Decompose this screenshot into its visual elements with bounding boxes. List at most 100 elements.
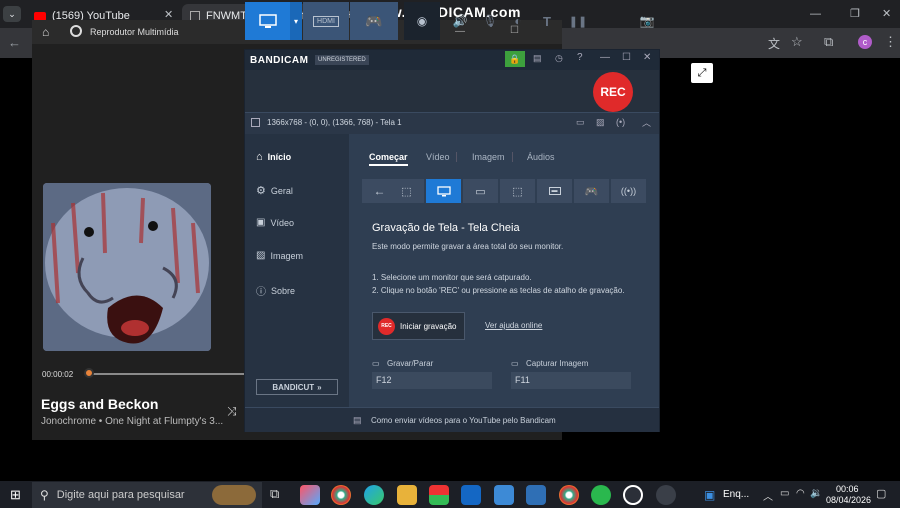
hotkey-record-field[interactable]: F12 — [372, 372, 492, 389]
app-icon[interactable] — [526, 485, 546, 505]
chrome-profile-icon[interactable] — [559, 485, 579, 505]
footer-tip-link[interactable]: Como enviar vídeos para o YouTube pelo B… — [371, 416, 556, 425]
weather-text[interactable]: Enq... — [723, 489, 749, 500]
bandicut-button[interactable]: BANDICUT» — [256, 379, 338, 395]
lock-button[interactable]: 🔒 — [505, 51, 525, 67]
wifi-icon[interactable]: ◠ — [796, 488, 805, 499]
tab-audios[interactable]: Áudios — [527, 152, 555, 162]
hdmi-mode-button[interactable]: HDMI — [303, 2, 349, 40]
sidebar-item-label: Sobre — [271, 285, 296, 296]
sidebar-item-label: Início — [267, 152, 292, 162]
tab-search-button[interactable]: ⌄ — [3, 6, 21, 22]
speaker-toggle[interactable]: 🔊 — [448, 2, 472, 40]
shuffle-icon[interactable]: ⤨ — [227, 404, 237, 419]
fullscreen-button[interactable]: ⤢ — [691, 63, 713, 83]
tab-video[interactable]: Vídeo — [426, 152, 450, 162]
broadcast-icon[interactable]: (•) — [616, 117, 625, 127]
clock-date[interactable]: 08/04/2026 — [826, 495, 871, 505]
translate-icon[interactable]: 文 — [768, 35, 780, 52]
collapse-icon[interactable]: ︿ — [642, 116, 651, 129]
search-highlight-image — [212, 485, 256, 505]
sidebar-item-inicio[interactable]: ⌂ Início — [256, 151, 291, 163]
screen-mode-dropdown[interactable]: ▾ — [290, 2, 302, 40]
help-icon[interactable]: ? — [577, 52, 583, 63]
bc-minimize-icon[interactable]: — — [600, 52, 610, 63]
outlook-icon[interactable] — [461, 485, 481, 505]
album-art-image — [43, 183, 211, 351]
game-mode-small-button[interactable]: 🎮 — [574, 179, 609, 203]
start-recording-label: Iniciar gravação — [400, 321, 457, 331]
locked-window-mode-button[interactable]: ▭ — [463, 179, 498, 203]
mic-toggle[interactable]: 🎙 — [478, 2, 502, 40]
rectangle-mode-button[interactable]: ⬚ — [389, 179, 424, 203]
volume-icon[interactable]: 🔉 — [810, 488, 822, 499]
forward-icon: » — [317, 382, 322, 392]
start-recording-button[interactable]: REC Iniciar gravação — [372, 312, 465, 340]
rec-button[interactable]: REC — [593, 72, 633, 112]
back-icon[interactable]: ← — [8, 35, 21, 50]
notification-icon[interactable]: ▢ — [876, 487, 886, 500]
tray-chevron-icon[interactable]: ︿ — [763, 488, 773, 503]
sidebar-item-imagem[interactable]: ▨ Imagem — [256, 250, 303, 261]
webcam-toggle[interactable]: ◉ — [404, 2, 440, 40]
bookmark-star-icon[interactable]: ☆ — [791, 34, 803, 50]
sidebar-item-video[interactable]: ▣ Vídeo — [256, 217, 294, 228]
store-icon[interactable] — [429, 485, 449, 505]
bandicam-sidebar — [245, 134, 349, 407]
tab-imagem[interactable]: Imagem — [472, 152, 505, 162]
window-lock-icon: ▭ — [475, 185, 486, 198]
section-description: Este modo permite gravar a área total do… — [372, 242, 564, 251]
image-icon: ▨ — [256, 250, 266, 261]
sidebar-item-sobre[interactable]: ⓘ Sobre — [256, 283, 296, 299]
clock-time[interactable]: 00:06 — [836, 484, 859, 494]
folder-icon[interactable]: ▤ — [533, 53, 542, 64]
home-icon[interactable]: ⌂ — [42, 25, 49, 39]
expand-icon: ⤢ — [697, 66, 707, 79]
help-online-link[interactable]: Ver ajuda online — [485, 321, 542, 330]
whatsapp-icon[interactable] — [591, 485, 611, 505]
weather-icon[interactable]: ▣ — [704, 488, 715, 502]
seek-bar[interactable] — [88, 373, 244, 375]
screen-mode-button[interactable] — [245, 2, 290, 40]
file-explorer-icon[interactable] — [397, 485, 417, 505]
hotkey-capture-field[interactable]: F11 — [511, 372, 631, 389]
tab-comecar[interactable]: Começar — [369, 152, 408, 166]
sidebar-item-geral[interactable]: ⚙ Geral — [256, 184, 293, 197]
mouse-effects-toggle[interactable]: ◐ — [506, 2, 530, 40]
game-mode-button[interactable]: 🎮 — [350, 2, 398, 40]
around-mouse-mode-button[interactable]: ⬚ — [500, 179, 535, 203]
edge-icon[interactable] — [364, 485, 384, 505]
album-art — [43, 183, 211, 351]
chrome-icon[interactable] — [331, 485, 351, 505]
pc-icon[interactable] — [494, 485, 514, 505]
hdmi-mode-small-button[interactable]: ▬ — [537, 179, 572, 203]
close-window-icon[interactable]: ✕ — [882, 7, 891, 20]
copilot-icon[interactable] — [300, 485, 320, 505]
gamepad-icon: 🎮 — [365, 12, 383, 29]
bandicam-taskbar-icon[interactable] — [623, 485, 643, 505]
mouse-area-icon: ⬚ — [512, 185, 523, 198]
audio-only-mode-button[interactable]: ((•)) — [611, 179, 646, 203]
extensions-icon[interactable]: ⧉ — [824, 34, 833, 50]
seek-handle[interactable] — [84, 368, 94, 378]
video-icon[interactable]: ▭ — [576, 117, 585, 128]
screenshot-button[interactable]: 📷 — [637, 2, 657, 40]
image-icon[interactable]: ▨ — [596, 117, 605, 128]
text-overlay-toggle[interactable]: T — [535, 2, 559, 40]
task-view-icon[interactable]: ⧉ — [270, 486, 279, 502]
bc-maximize-icon[interactable]: ☐ — [622, 52, 631, 63]
minimize-icon[interactable]: — — [810, 8, 821, 20]
pause-button[interactable]: ❚❚ — [567, 2, 589, 40]
windows-start-icon[interactable]: ⊞ — [10, 487, 21, 503]
selection-checkbox[interactable] — [251, 118, 260, 127]
network-icon[interactable]: ▭ — [780, 488, 789, 499]
menu-icon[interactable]: ⋮ — [884, 34, 897, 50]
clock-icon[interactable]: ◷ — [555, 53, 563, 64]
restore-icon[interactable]: ❐ — [850, 7, 860, 20]
bc-close-icon[interactable]: ✕ — [643, 52, 651, 63]
media-player-app-icon — [70, 25, 82, 37]
profile-avatar[interactable]: c — [858, 35, 872, 49]
sidebar-item-label: Vídeo — [270, 217, 294, 228]
fullscreen-mode-button[interactable] — [426, 179, 461, 203]
media-player-taskbar-icon[interactable] — [656, 485, 676, 505]
